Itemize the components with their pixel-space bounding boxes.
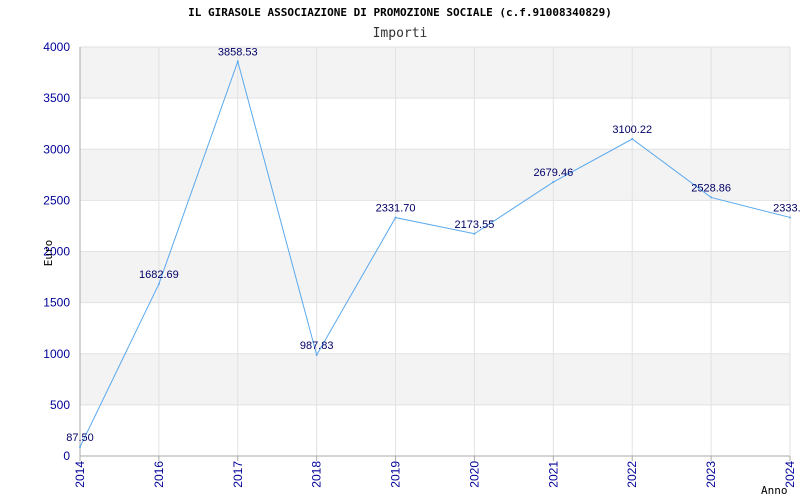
- data-point: [394, 216, 397, 219]
- y-tick-label: 1500: [43, 296, 70, 310]
- x-axis-ticks: 2014 2016 2017 2018 2019 2020 2021 2022 2023 2024: [73, 461, 797, 488]
- y-tick-label: 3500: [43, 91, 70, 105]
- x-tick-label: 2021: [546, 461, 560, 488]
- x-axis-label: Anno: [761, 484, 788, 497]
- x-tick-label: 2022: [625, 461, 639, 488]
- chart-subtitle: Importi: [373, 26, 428, 41]
- x-tick-label: 2016: [152, 461, 166, 488]
- line-chart: IL GIRASOLE ASSOCIAZIONE DI PROMOZIONE S…: [42, 6, 800, 497]
- data-point: [236, 60, 239, 63]
- data-label: 1682.69: [139, 269, 179, 281]
- data-label: 3100.22: [612, 124, 652, 136]
- data-label: 87.50: [66, 432, 94, 444]
- y-axis-label: Euro: [42, 240, 55, 267]
- data-point: [79, 446, 81, 449]
- data-label: 2528.86: [691, 182, 731, 194]
- x-tick-label: 2019: [389, 461, 403, 488]
- x-tick-label: 2014: [73, 461, 87, 488]
- data-point: [157, 282, 160, 285]
- data-point: [473, 232, 476, 235]
- x-tick-label: 2020: [467, 461, 481, 488]
- data-point: [631, 138, 634, 141]
- x-tick-label: 2017: [231, 461, 245, 488]
- chart-title: IL GIRASOLE ASSOCIAZIONE DI PROMOZIONE S…: [188, 6, 612, 19]
- data-label: 987.83: [300, 340, 334, 352]
- y-tick-label: 500: [50, 398, 70, 412]
- y-tick-label: 0: [63, 449, 70, 463]
- data-point: [789, 216, 791, 219]
- data-label: 2173.55: [455, 219, 495, 231]
- y-tick-label: 2500: [43, 193, 70, 207]
- background-band: [80, 149, 790, 201]
- data-label: 2331.70: [376, 203, 416, 215]
- background-band: [80, 251, 790, 303]
- x-tick-label: 2018: [310, 461, 324, 488]
- data-label: 2333.0: [773, 202, 800, 214]
- background-band: [80, 353, 790, 405]
- y-tick-label: 1000: [43, 347, 70, 361]
- y-tick-label: 4000: [43, 40, 70, 54]
- data-point: [710, 196, 713, 199]
- data-point: [552, 181, 555, 184]
- x-tick-label: 2023: [704, 461, 718, 488]
- y-tick-label: 3000: [43, 142, 70, 156]
- data-label: 2679.46: [533, 167, 573, 179]
- data-point: [315, 353, 318, 356]
- data-label: 3858.53: [218, 46, 258, 58]
- background-band: [80, 47, 790, 99]
